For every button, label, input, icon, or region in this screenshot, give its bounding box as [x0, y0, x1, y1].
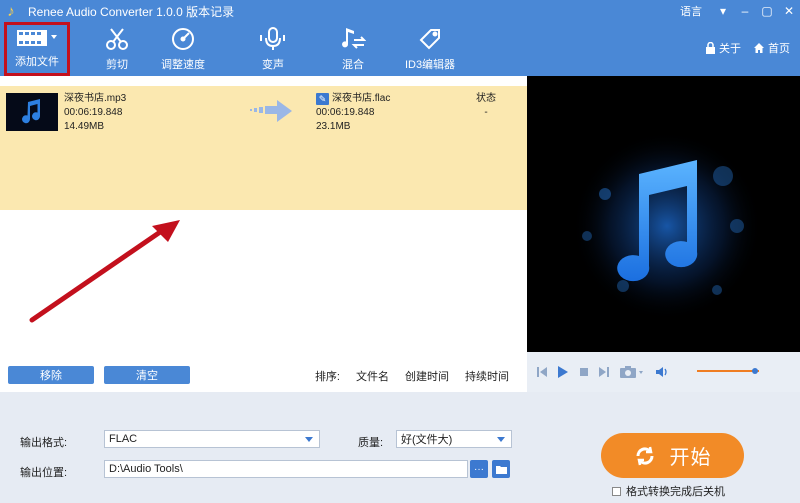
checkbox-icon[interactable] [612, 486, 621, 496]
about-button[interactable]: 关于 [705, 40, 741, 56]
next-icon[interactable] [599, 366, 609, 378]
title-bar: ♪ Renee Audio Converter 1.0.0 版本记录 语言 ▾ … [0, 0, 800, 22]
audio-thumbnail [6, 93, 58, 131]
voice-change-label: 变声 [262, 59, 284, 71]
language-menu[interactable]: 语言 [680, 3, 702, 19]
home-button[interactable]: 首页 [753, 40, 790, 56]
file-row[interactable]: 深夜书店.mp3 00:06:19.848 14.49MB ✎ 深夜书店.fla… [0, 86, 527, 210]
speed-button[interactable]: 调整速度 [152, 22, 214, 76]
quality-value: 好(文件大) [401, 434, 453, 446]
sort-by-duration[interactable]: 持续时间 [465, 368, 509, 384]
mix-button[interactable]: 混合 [328, 22, 378, 76]
add-file-button[interactable]: 添加文件 [4, 22, 70, 76]
clear-button[interactable]: 清空 [104, 366, 190, 384]
close-button[interactable]: ✕ [778, 0, 800, 22]
lock-icon [706, 42, 715, 54]
stop-icon[interactable] [579, 367, 589, 377]
open-folder-icon[interactable] [492, 460, 510, 478]
browse-button[interactable]: ··· [470, 460, 488, 478]
source-file-info: 深夜书店.mp3 00:06:19.848 14.49MB [64, 92, 126, 134]
output-duration: 00:06:19.848 [316, 107, 375, 118]
camera-icon[interactable] [619, 365, 645, 379]
about-label: 关于 [719, 43, 741, 55]
cut-button[interactable]: 剪切 [92, 22, 142, 76]
sort-by-created[interactable]: 创建时间 [405, 368, 449, 384]
output-file-name: 深夜书店.flac [332, 93, 391, 104]
player-controls [527, 352, 800, 392]
edit-icon[interactable]: ✎ [316, 93, 329, 105]
sort-by-name[interactable]: 文件名 [356, 368, 389, 384]
volume-slider[interactable] [697, 368, 759, 374]
dropdown-icon[interactable]: ▾ [712, 0, 734, 22]
output-size: 23.1MB [316, 121, 351, 132]
output-location-input[interactable]: D:\Audio Tools\ [104, 460, 468, 478]
output-location-value: D:\Audio Tools\ [109, 463, 183, 475]
source-size: 14.49MB [64, 121, 105, 132]
toolbar: 添加文件 剪切 调整速度 变声 混合 ID3编辑器 关于 首页 [0, 22, 800, 76]
previous-icon[interactable] [537, 366, 547, 378]
mix-label: 混合 [342, 59, 364, 71]
scissors-icon [104, 24, 130, 54]
maximize-button[interactable]: ▢ [756, 0, 778, 22]
status-header: 状态 [476, 93, 496, 104]
volume-icon[interactable] [655, 366, 669, 378]
output-file-info: ✎ 深夜书店.flac 00:06:19.848 23.1MB [316, 92, 390, 134]
voice-change-button[interactable]: 变声 [248, 22, 298, 76]
speedometer-icon [170, 24, 196, 54]
output-format-value: FLAC [109, 433, 138, 445]
remove-button[interactable]: 移除 [8, 366, 94, 384]
output-format-label: 输出格式: [20, 437, 68, 449]
start-label: 开始 [669, 447, 712, 469]
add-file-label: 添加文件 [15, 56, 59, 68]
speed-label: 调整速度 [161, 59, 205, 71]
volume-knob[interactable] [751, 368, 758, 374]
minimize-button[interactable]: – [734, 0, 756, 22]
chevron-down-icon [497, 437, 505, 442]
status-value: - [484, 107, 488, 118]
music-note-icon: ♪ [7, 2, 15, 20]
film-add-icon [15, 25, 59, 51]
id3-editor-label: ID3编辑器 [404, 59, 456, 71]
window-title: Renee Audio Converter 1.0.0 版本记录 [28, 4, 235, 19]
list-actions-bar: 移除 清空 排序: 文件名 创建时间 持续时间 [0, 362, 527, 392]
shutdown-checkbox[interactable]: 格式转换完成后关机 [612, 483, 725, 499]
annotation-arrow-icon [29, 220, 180, 323]
shutdown-label: 格式转换完成后关机 [626, 486, 725, 498]
start-button[interactable]: 开始 [601, 433, 744, 478]
quality-label: 质量: [358, 437, 384, 449]
quality-select[interactable]: 好(文件大) [396, 430, 512, 448]
convert-arrow-icon [248, 98, 294, 127]
sort-label: 排序: [314, 371, 340, 383]
sort-options: 排序: 文件名 创建时间 持续时间 [315, 368, 509, 384]
source-duration: 00:06:19.848 [64, 107, 123, 118]
home-icon [754, 43, 764, 53]
source-file-name: 深夜书店.mp3 [64, 93, 127, 104]
output-format-select[interactable]: FLAC [104, 430, 320, 448]
play-icon[interactable] [557, 365, 569, 379]
music-note-artwork-icon [572, 131, 762, 321]
chevron-down-icon [305, 437, 313, 442]
file-list[interactable]: 深夜书店.mp3 00:06:19.848 14.49MB ✎ 深夜书店.fla… [0, 76, 527, 362]
music-mix-icon [340, 24, 366, 54]
preview-panel [527, 76, 800, 352]
status-column: 状态 - [476, 92, 496, 120]
output-location-label: 输出位置: [20, 467, 68, 479]
id3-editor-button[interactable]: ID3编辑器 [398, 22, 462, 76]
cut-label: 剪切 [106, 59, 128, 71]
tag-icon [417, 24, 443, 54]
microphone-wave-icon [258, 24, 288, 54]
home-label: 首页 [768, 43, 790, 55]
refresh-icon [635, 446, 654, 465]
